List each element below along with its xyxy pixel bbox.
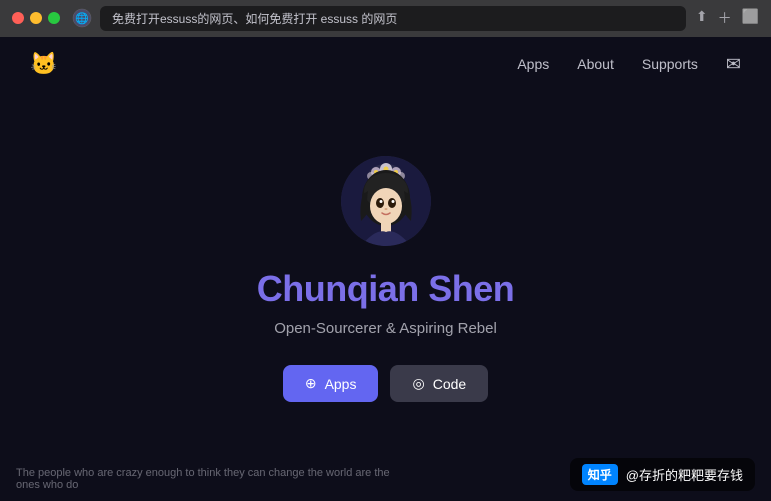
traffic-lights (12, 12, 60, 24)
nav-about-link[interactable]: About (577, 56, 614, 72)
traffic-light-green[interactable] (48, 12, 60, 24)
sidebar-icon[interactable]: ⬜ (742, 8, 759, 28)
browser-actions: ⬆ ＋ ⬜ (696, 8, 759, 28)
site-logo: 🐱 (30, 51, 57, 77)
url-bar[interactable]: 免费打开essuss的网页、如何免费打开 essuss 的网页 (100, 6, 686, 31)
code-button[interactable]: ◎ Code (390, 365, 488, 402)
svg-text:🌐: 🌐 (75, 12, 89, 25)
code-button-icon: ◎ (412, 375, 424, 392)
code-button-label: Code (433, 376, 466, 392)
share-icon[interactable]: ⬆ (696, 8, 708, 28)
hero-name: Chunqian Shen (257, 268, 515, 310)
browser-logo-icon: 🌐 (72, 8, 92, 28)
footer-quote: The people who are crazy enough to think… (16, 467, 396, 491)
add-tab-icon[interactable]: ＋ (718, 8, 732, 28)
browser-titlebar: 🌐 免费打开essuss的网页、如何免费打开 essuss 的网页 ⬆ ＋ ⬜ (0, 0, 771, 36)
hero-buttons: ⊕ Apps ◎ Code (283, 365, 488, 402)
website-content: 🐱 Apps About Supports ✉ (0, 37, 771, 501)
zhihu-badge: 知乎 @存折的粑粑要存钱 (570, 458, 755, 491)
apps-button[interactable]: ⊕ Apps (283, 365, 379, 402)
avatar-image (341, 156, 431, 246)
traffic-light-yellow[interactable] (30, 12, 42, 24)
hero-section: Chunqian Shen Open-Sourcerer & Aspiring … (0, 37, 771, 501)
zhihu-username: @存折的粑粑要存钱 (626, 465, 743, 484)
apps-button-label: Apps (325, 376, 357, 392)
zhihu-logo: 知乎 (582, 464, 618, 485)
nav-supports-link[interactable]: Supports (642, 56, 698, 72)
hero-subtitle: Open-Sourcerer & Aspiring Rebel (274, 320, 497, 337)
email-icon[interactable]: ✉ (726, 54, 741, 75)
avatar (341, 156, 431, 246)
nav-apps-link[interactable]: Apps (517, 56, 549, 72)
apps-button-icon: ⊕ (305, 375, 317, 392)
bottom-bar: The people who are crazy enough to think… (0, 448, 771, 501)
nav-links: Apps About Supports ✉ (517, 54, 741, 75)
traffic-light-red[interactable] (12, 12, 24, 24)
navbar: 🐱 Apps About Supports ✉ (0, 37, 771, 91)
url-text: 免费打开essuss的网页、如何免费打开 essuss 的网页 (112, 10, 397, 27)
browser-chrome: 🌐 免费打开essuss的网页、如何免费打开 essuss 的网页 ⬆ ＋ ⬜ (0, 0, 771, 37)
